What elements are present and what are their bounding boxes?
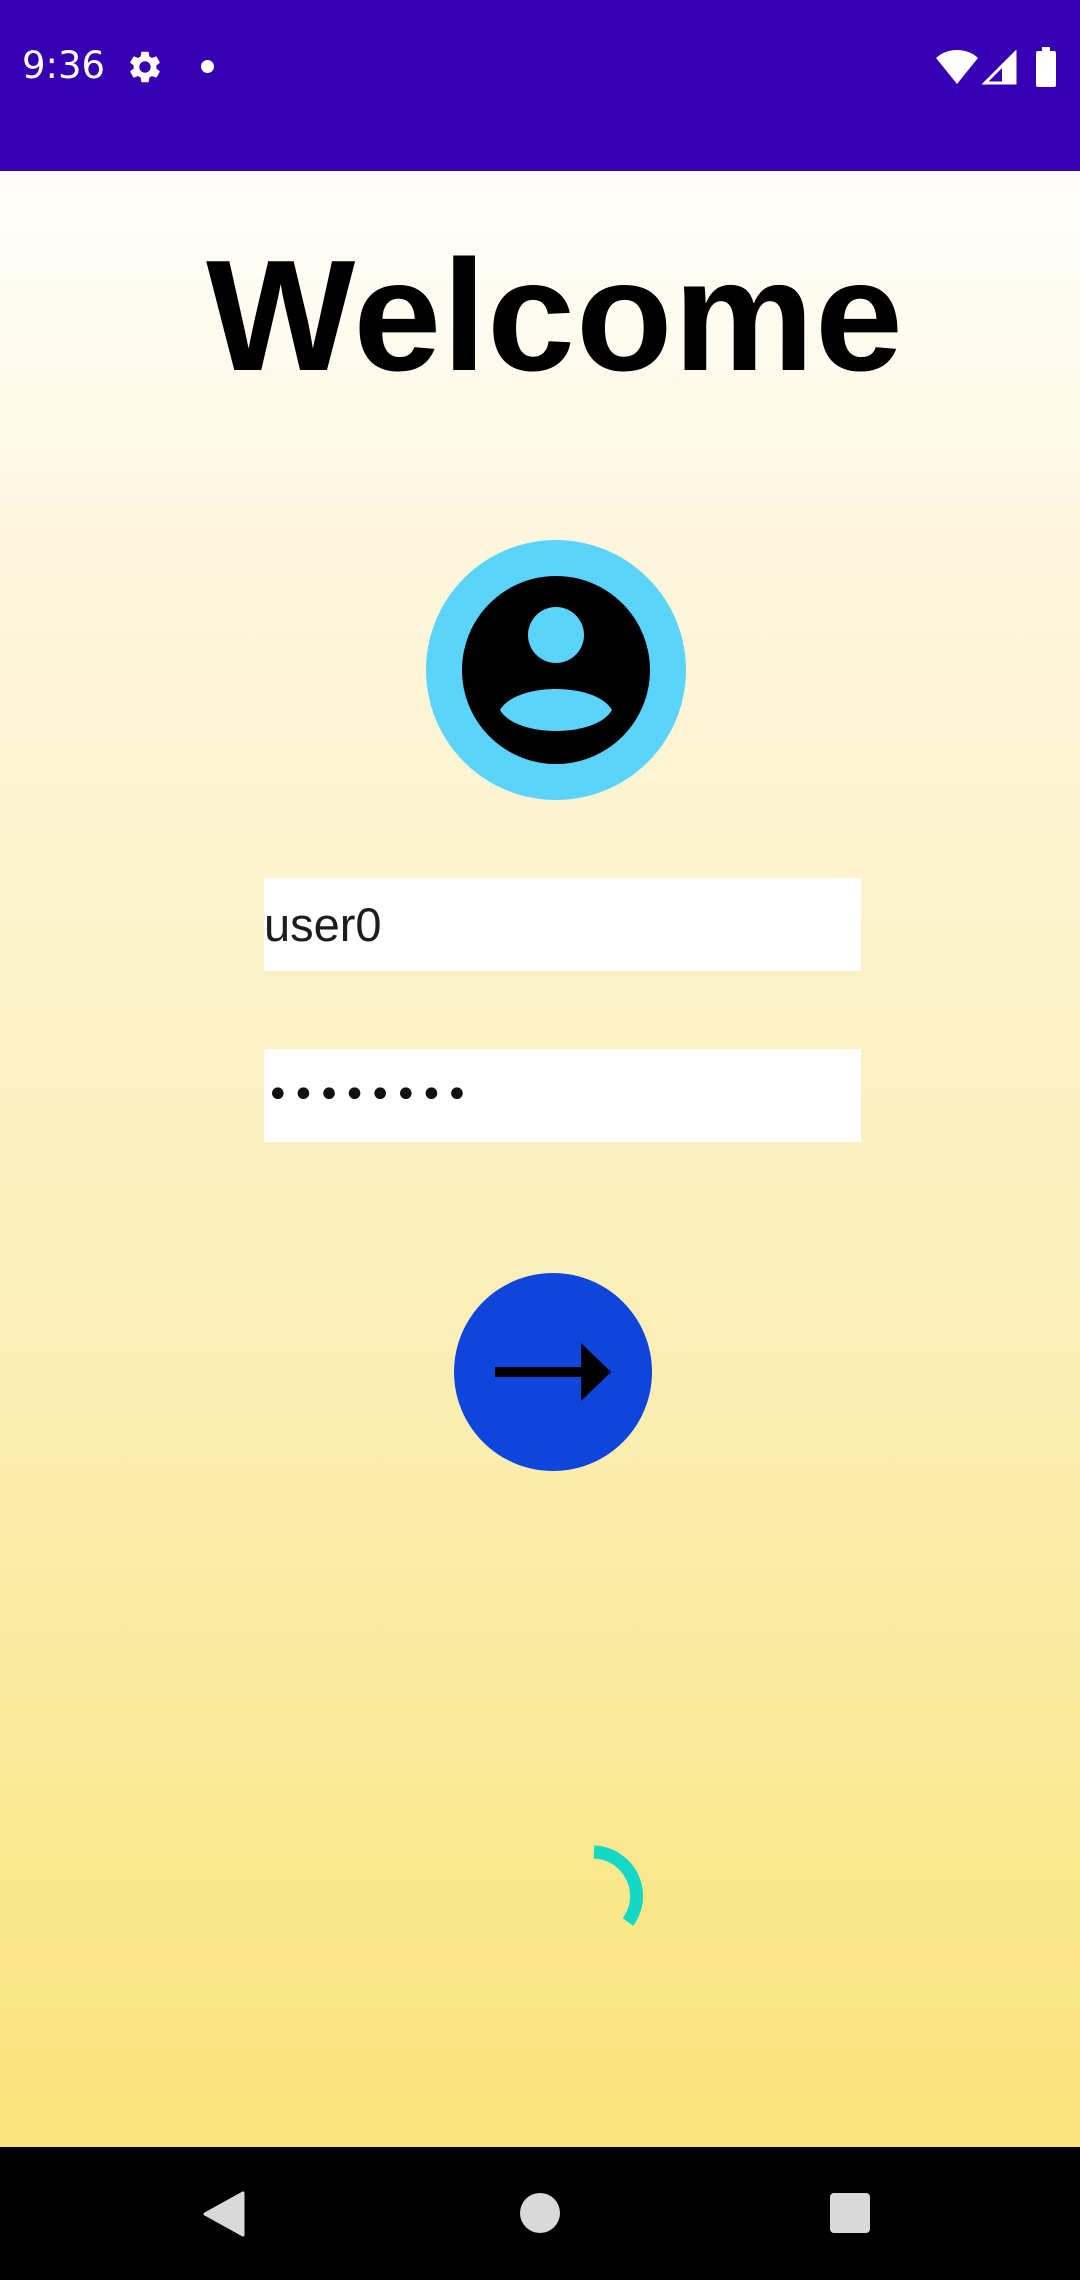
navigation-bar bbox=[0, 2147, 1080, 2280]
arrow-right-icon bbox=[495, 1343, 611, 1401]
login-screen: Welcome user0 •••••••• bbox=[0, 171, 1080, 2147]
wifi-icon bbox=[936, 50, 978, 84]
notification-dot-icon bbox=[201, 60, 214, 73]
signal-icon bbox=[982, 50, 1017, 85]
screen: 9:36 Welcome user0 •••••••• bbox=[0, 0, 1080, 2280]
password-masked-value: •••••••• bbox=[266, 1072, 471, 1118]
username-field[interactable]: user0 bbox=[264, 878, 861, 971]
status-bar: 9:36 bbox=[0, 0, 1080, 171]
battery-icon bbox=[1036, 47, 1056, 87]
page-title: Welcome bbox=[206, 228, 904, 404]
account-circle-icon bbox=[426, 540, 686, 800]
login-button[interactable] bbox=[454, 1273, 652, 1471]
loading-spinner bbox=[593, 1845, 643, 1926]
recents-icon[interactable] bbox=[830, 2193, 870, 2233]
password-field[interactable]: •••••••• bbox=[264, 1049, 861, 1142]
status-time: 9:36 bbox=[22, 44, 106, 87]
gear-icon bbox=[130, 51, 160, 83]
home-icon[interactable] bbox=[520, 2193, 560, 2233]
back-icon[interactable] bbox=[203, 2191, 247, 2237]
username-value: user0 bbox=[264, 898, 382, 951]
